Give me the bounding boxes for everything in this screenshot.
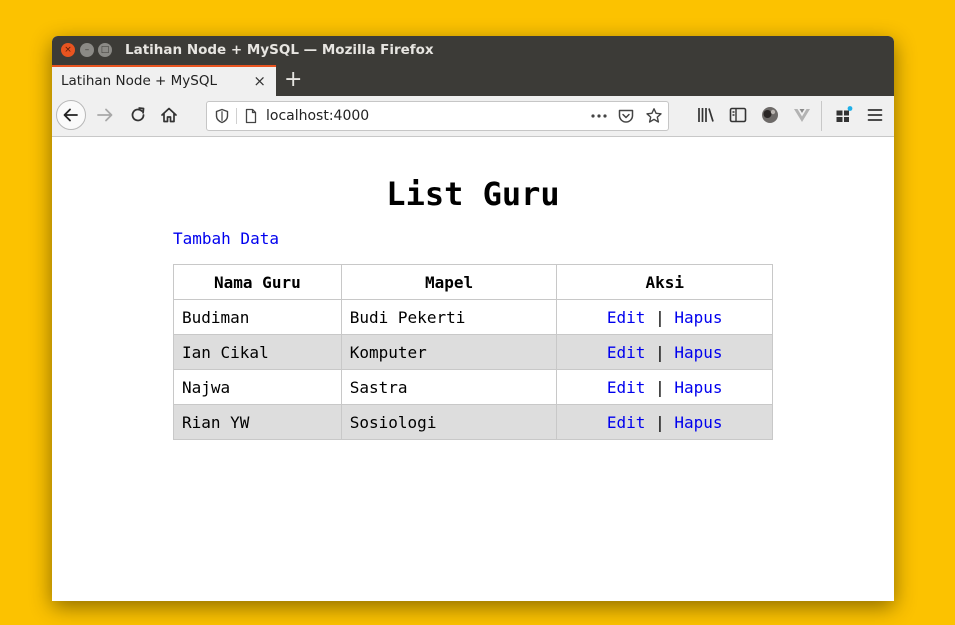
table-row: Rian YW Sosiologi Edit | Hapus [173,404,773,440]
extension-icon[interactable] [791,104,813,126]
window-maximize-button[interactable]: □ [98,43,112,57]
addons-icon[interactable] [833,104,855,126]
library-icon[interactable] [695,104,717,126]
star-icon[interactable] [645,107,663,125]
new-tab-button[interactable]: + [284,65,302,96]
cell-nama: Rian YW [173,404,342,440]
tab-active[interactable]: Latihan Node + MySQL × [52,65,276,96]
cell-mapel: Budi Pekerti [340,299,558,335]
cell-mapel: Sastra [340,369,558,405]
cell-aksi: Edit | Hapus [556,334,773,370]
edit-link[interactable]: Edit [607,378,646,397]
forward-icon[interactable] [94,104,116,126]
cell-nama: Ian Cikal [173,334,342,370]
delete-link[interactable]: Hapus [674,308,722,327]
action-separator: | [655,307,665,327]
tab-title: Latihan Node + MySQL [61,73,217,89]
title-bar: × – □ Latihan Node + MySQL — Mozilla Fir… [52,36,894,65]
menu-icon[interactable] [864,104,886,126]
more-icon[interactable] [589,108,609,124]
home-icon[interactable] [158,104,180,126]
window-close-button[interactable]: × [61,43,75,57]
window-title: Latihan Node + MySQL — Mozilla Firefox [125,42,434,58]
cell-mapel: Komputer [340,334,558,370]
cell-nama: Budiman [173,299,342,335]
table-row: Budiman Budi Pekerti Edit | Hapus [173,299,773,335]
back-icon [63,108,78,122]
navigation-toolbar: localhost:4000 [52,96,894,137]
page-content: List Guru Tambah Data Nama Guru Mapel Ak… [52,137,894,601]
url-bar[interactable]: localhost:4000 [206,101,669,131]
guru-table: Nama Guru Mapel Aksi Budiman Budi Pekert… [173,264,773,440]
table-header-row: Nama Guru Mapel Aksi [173,264,773,300]
cell-aksi: Edit | Hapus [556,369,773,405]
avatar-icon[interactable] [759,104,781,126]
sidebar-icon[interactable] [727,104,749,126]
page-icon[interactable] [243,108,259,124]
delete-link[interactable]: Hapus [674,343,722,362]
pocket-icon[interactable] [617,107,635,125]
cell-nama: Najwa [173,369,342,405]
column-header-aksi: Aksi [556,264,773,300]
edit-link[interactable]: Edit [607,343,646,362]
tab-strip: Latihan Node + MySQL × + [52,65,894,96]
edit-link[interactable]: Edit [607,413,646,432]
reload-icon[interactable] [127,104,149,126]
table-row: Ian Cikal Komputer Edit | Hapus [173,334,773,370]
cell-mapel: Sosiologi [340,404,558,440]
shield-icon[interactable] [214,108,230,124]
browser-window: × – □ Latihan Node + MySQL — Mozilla Fir… [52,36,894,601]
back-button[interactable] [56,100,86,130]
action-separator: | [655,412,665,432]
cell-aksi: Edit | Hapus [556,404,773,440]
cell-aksi: Edit | Hapus [556,299,773,335]
page-title: List Guru [386,175,560,213]
table-row: Najwa Sastra Edit | Hapus [173,369,773,405]
action-separator: | [655,342,665,362]
add-data-link[interactable]: Tambah Data [173,229,279,249]
edit-link[interactable]: Edit [607,308,646,327]
url-text[interactable]: localhost:4000 [266,102,369,130]
delete-link[interactable]: Hapus [674,413,722,432]
tab-close-icon[interactable]: × [253,67,266,96]
column-header-mapel: Mapel [340,264,558,300]
action-separator: | [655,377,665,397]
column-header-nama: Nama Guru [173,264,342,300]
delete-link[interactable]: Hapus [674,378,722,397]
window-minimize-button[interactable]: – [80,43,94,57]
